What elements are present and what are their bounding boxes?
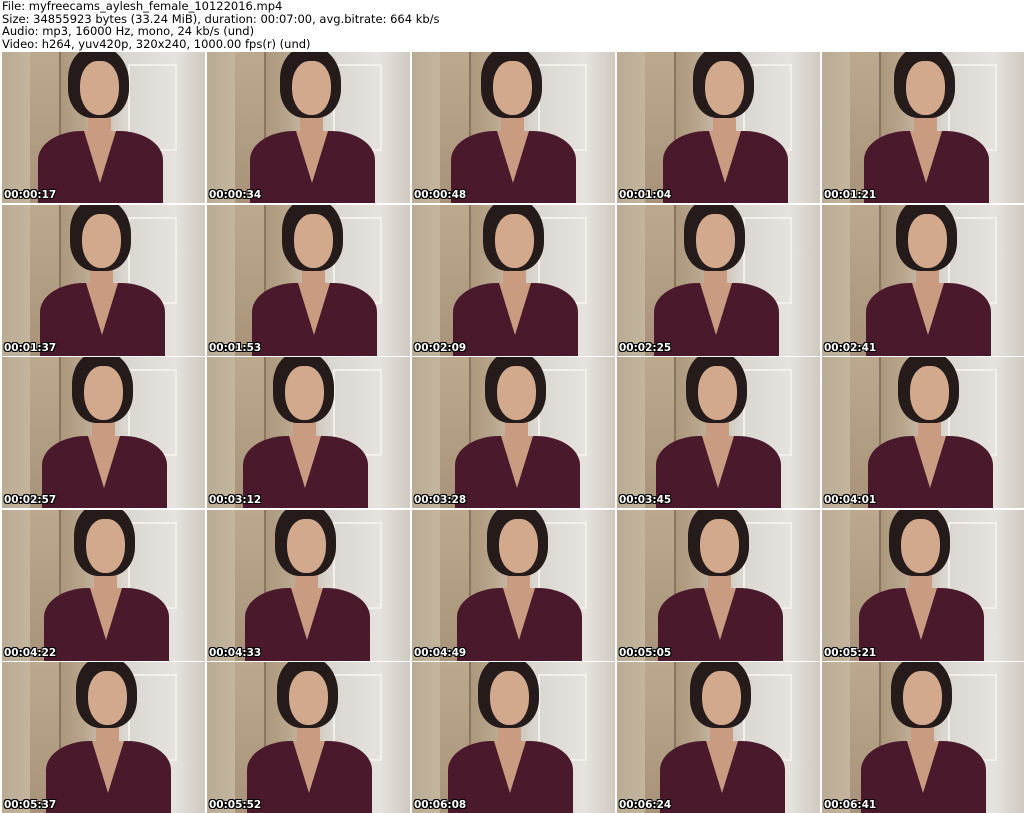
- person: [2, 204, 202, 356]
- timestamp: 00:04:01: [824, 494, 877, 506]
- person: [825, 204, 1024, 356]
- person: [822, 509, 1021, 661]
- timestamp: 00:03:45: [619, 494, 672, 506]
- video-thumbnail: 00:06:08: [412, 662, 615, 813]
- timestamp: 00:02:09: [414, 341, 467, 354]
- person: [412, 52, 613, 203]
- thumbnail-grid: 00:00:17 00:00:34 00:00:48 00:01:04 00:01:21…: [2, 52, 1024, 813]
- timestamp: 00:04:33: [209, 646, 262, 659]
- file-name: File: myfreecams_aylesh_female_10122016.…: [2, 0, 283, 13]
- person: [207, 662, 409, 813]
- video-thumbnail: 00:03:28: [412, 357, 615, 508]
- person: [617, 357, 818, 508]
- video-thumbnail: 00:04:01: [822, 357, 1024, 508]
- person: [822, 662, 1023, 813]
- video-thumbnail: 00:02:09: [412, 204, 615, 356]
- timestamp: 00:03:28: [414, 494, 467, 506]
- person: [617, 509, 820, 661]
- timestamp: 00:03:12: [209, 494, 262, 506]
- person: [3, 509, 205, 661]
- person: [414, 357, 615, 508]
- timestamp: 00:05:05: [619, 646, 672, 659]
- video-thumbnail: 00:05:05: [617, 509, 820, 661]
- video-thumbnail: 00:06:41: [822, 662, 1024, 813]
- video-thumbnail: 00:01:04: [617, 52, 820, 203]
- video-thumbnail: 00:02:25: [617, 204, 820, 356]
- video-thumbnail: 00:04:33: [207, 509, 410, 661]
- person: [209, 52, 410, 203]
- file-info-header: File: myfreecams_aylesh_female_10122016.…: [2, 0, 440, 50]
- person: [619, 662, 820, 813]
- timestamp: 00:05:37: [4, 799, 57, 811]
- video-thumbnail: 00:05:52: [207, 662, 410, 813]
- video-thumbnail: 00:00:34: [207, 52, 410, 203]
- timestamp: 00:04:49: [414, 646, 467, 659]
- video-thumbnail: 00:03:45: [617, 357, 820, 508]
- timestamp: 00:05:21: [824, 646, 877, 659]
- person: [827, 357, 1024, 508]
- timestamp: 00:01:53: [209, 341, 262, 354]
- video-thumbnail: 00:03:12: [207, 357, 410, 508]
- person: [207, 509, 407, 661]
- person: [416, 509, 615, 661]
- person: [2, 357, 204, 508]
- video-thumbnail: 00:05:21: [822, 509, 1024, 661]
- person: [211, 204, 410, 356]
- person: [622, 52, 820, 203]
- video-thumbnail: 00:00:17: [2, 52, 205, 203]
- video-thumbnail: 00:01:37: [2, 204, 205, 356]
- timestamp: 00:00:17: [4, 189, 57, 201]
- timestamp: 00:02:25: [619, 341, 672, 354]
- person: [207, 357, 405, 508]
- video-thumbnail: 00:04:22: [2, 509, 205, 661]
- timestamp: 00:01:21: [824, 189, 877, 201]
- timestamp: 00:00:48: [414, 189, 467, 201]
- video-thumbnail: 00:05:37: [2, 662, 205, 813]
- video-thumbnail: 00:01:21: [822, 52, 1024, 203]
- timestamp: 00:02:57: [4, 494, 57, 506]
- person: [2, 52, 200, 203]
- timestamp: 00:06:08: [414, 799, 467, 811]
- person: [412, 204, 615, 356]
- video-thumbnail: 00:02:57: [2, 357, 205, 508]
- audio-info: Audio: mp3, 16000 Hz, mono, 24 kb/s (und…: [2, 24, 255, 38]
- person: [617, 204, 816, 356]
- timestamp: 00:00:34: [209, 189, 262, 201]
- timestamp: 00:02:41: [824, 341, 877, 354]
- timestamp: 00:05:52: [209, 799, 262, 811]
- timestamp: 00:01:37: [4, 341, 57, 354]
- video-thumbnail: 00:06:24: [617, 662, 820, 813]
- timestamp: 00:01:04: [619, 189, 672, 201]
- person: [5, 662, 205, 813]
- video-thumbnail: 00:01:53: [207, 204, 410, 356]
- timestamp: 00:06:41: [824, 799, 877, 811]
- video-thumbnail: 00:00:48: [412, 52, 615, 203]
- person: [823, 52, 1024, 203]
- video-thumbnail: 00:02:41: [822, 204, 1024, 356]
- person: [412, 662, 610, 813]
- timestamp: 00:04:22: [4, 646, 57, 659]
- video-thumbnail: 00:04:49: [412, 509, 615, 661]
- timestamp: 00:06:24: [619, 799, 672, 811]
- video-info: Video: h264, yuv420p, 320x240, 1000.00 f…: [2, 36, 311, 51]
